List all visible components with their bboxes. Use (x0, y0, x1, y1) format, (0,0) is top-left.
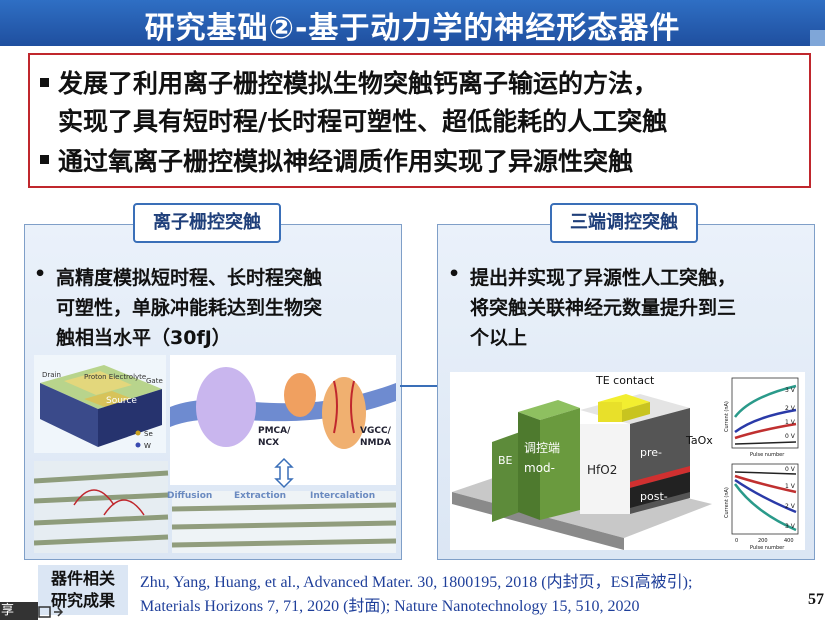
summary-bullet-1-cont: 实现了具有短时程/长时程可塑性、超低能耗的人工突触 (58, 107, 668, 136)
right-panel-title: 三端调控突触 (550, 203, 698, 243)
plot-bottom-2v: 2 V (785, 503, 796, 510)
left-text-line-3: 触相当水平（30fJ） (56, 327, 231, 349)
label-source: Source (106, 396, 137, 406)
label-electrolyte: Proton Electrolyte (84, 373, 146, 381)
plot-bottom-1v: 1 V (785, 483, 796, 490)
left-text-line-1: 高精度模拟短时程、长时程突触 (56, 267, 323, 289)
label-mod: mod- (524, 461, 555, 475)
plot-bottom-x0: 0 (735, 538, 738, 544)
plot-top-3v: 3 V (785, 387, 796, 394)
page-number: 57 (808, 591, 824, 608)
three-terminal-figure: BE 调控端 mod- HfO2 pre- post- TE contact T… (450, 372, 805, 550)
right-bullet-dot: • (448, 263, 461, 285)
label-diffusion: Diffusion (167, 491, 212, 501)
label-post: post- (640, 490, 668, 503)
slide-title: 研究基础②-基于动力学的神经形态器件 (144, 11, 681, 46)
label-pre: pre- (640, 446, 662, 459)
summary-bullet-2: 通过氧离子栅控模拟神经调质作用实现了异源性突触 (58, 147, 634, 176)
summary-bullet-1: 发展了利用离子栅控模拟生物突触钙离子输运的方法， (58, 69, 659, 98)
bullet-square-2 (40, 155, 49, 164)
label-te: TE contact (595, 374, 655, 387)
w-atom-icon (135, 442, 141, 448)
plot-top-ylabel: Current (nA) (724, 401, 730, 432)
plot-top-1v: 1 V (785, 419, 796, 426)
label-extraction: Extraction (234, 491, 286, 501)
label-intercalation: Intercalation (310, 491, 375, 501)
left-text-line-2: 可塑性，单脉冲能耗达到生物突 (56, 297, 323, 319)
label-taox: TaOx (685, 434, 713, 447)
title-bar: 研究基础②-基于动力学的神经形态器件 (0, 0, 825, 46)
right-text-line-2: 将突触关联神经元数量提升到三 (470, 297, 737, 319)
be-electrode (492, 432, 520, 522)
label-nmda: NMDA (360, 438, 391, 448)
label-se: Se (144, 430, 153, 438)
share-label: 享 (1, 603, 15, 618)
label-be: BE (498, 454, 513, 467)
plot-bottom-3v: 3 V (785, 523, 796, 530)
se-atom-icon (135, 430, 141, 436)
plot-bottom-ylabel: Current (nA) (724, 487, 730, 518)
label-pmca: PMCA/ (258, 426, 291, 436)
label-vgcc: VGCC/ (360, 426, 392, 436)
reference-line-1: Zhu, Yang, Huang, et al., Advanced Mater… (140, 574, 693, 591)
label-hfo2: HfO2 (587, 463, 617, 477)
reference-line-2: Materials Horizons 7, 71, 2020 (封面); Nat… (140, 598, 640, 615)
plot-bottom-xlabel: Pulse number (750, 545, 785, 550)
screen-share-icon[interactable] (38, 606, 66, 620)
label-gate: Gate (146, 377, 163, 385)
te-front (598, 402, 622, 422)
right-text-line-3: 个以上 (470, 327, 528, 349)
ionic-synapse-figure: Drain Proton Electrolyte Gate Source Se … (34, 355, 396, 553)
label-drain: Drain (42, 371, 61, 379)
protein-orange-icon (284, 373, 316, 417)
plot-bottom-x400: 400 (784, 538, 794, 544)
plot-top-0v: 0 V (785, 433, 796, 440)
left-panel-title: 离子栅控突触 (133, 203, 281, 243)
label-w: W (144, 442, 151, 450)
pmca-pump-icon (196, 367, 256, 447)
plot-top-2v: 2 V (785, 405, 796, 412)
plot-bottom-0v: 0 V (785, 466, 796, 473)
right-text-line-1: 提出并实现了异源性人工突触， (470, 267, 737, 289)
plot-bottom-x200: 200 (758, 538, 768, 544)
plot-top-xlabel: Pulse number (750, 452, 785, 458)
bullet-square-1 (40, 78, 49, 87)
share-button[interactable]: 享 (0, 602, 38, 620)
results-label-line1: 器件相关 (50, 569, 115, 588)
panel-connector (400, 385, 438, 387)
label-ncx: NCX (258, 438, 279, 448)
label-mod-cn: 调控端 (524, 441, 560, 455)
title-corner (810, 30, 825, 46)
left-bullet-dot: • (34, 263, 47, 285)
